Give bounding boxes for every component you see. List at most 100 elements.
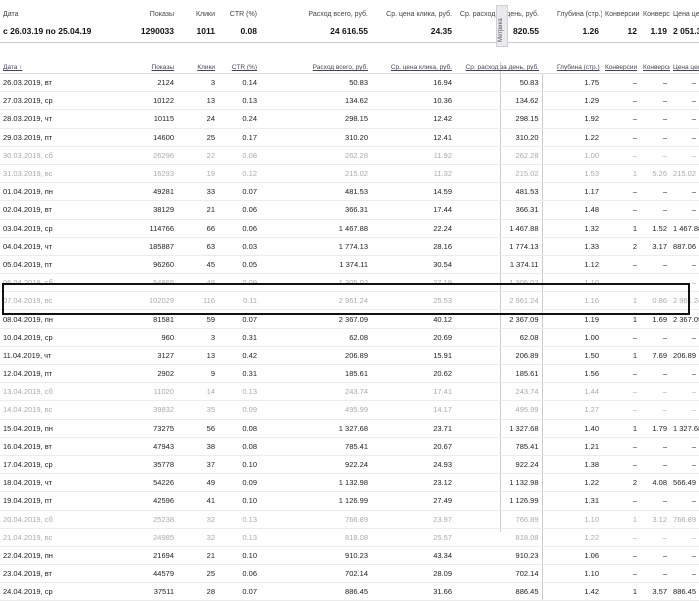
sort-clicks-header[interactable]: Клики	[177, 62, 218, 74]
cell-goal-cost: 887.06	[670, 237, 699, 256]
cell-clicks: 49	[177, 473, 218, 493]
summary-goal-cost: 2 051.38	[670, 20, 699, 43]
table-row: 20.04.2019, сб 25238 32 0.13 766.89 23.97 766.…	[0, 510, 699, 529]
cell-ctr: 0.10	[218, 455, 260, 475]
cell-spend: 1 774.13	[260, 237, 371, 256]
cell-spend: 1 374.11	[260, 255, 371, 275]
cell-date: 19.04.2019, пт	[0, 491, 125, 511]
cell-impressions: 10115	[125, 109, 177, 129]
cell-date: 29.03.2019, пт	[0, 128, 125, 147]
table-row: 08.04.2019, пн 81581 59 0.07 2 367.09 40.12 2 …	[0, 309, 699, 329]
cell-clicks: 21	[177, 200, 218, 220]
cell-impressions: 10122	[125, 91, 177, 111]
cell-daily-spend: 910.23	[455, 546, 542, 566]
cell-ctr: 0.08	[218, 146, 260, 165]
sort-date-header[interactable]: Дата ↑	[0, 62, 125, 74]
sort-impressions-header[interactable]: Показы	[125, 62, 177, 74]
cell-spend: 62.08	[260, 328, 371, 347]
cell-depth: 1.19	[554, 309, 602, 329]
cell-depth: 1.29	[554, 91, 602, 111]
sort-daily-spend-header[interactable]: Ср. расход за день, руб.	[455, 62, 542, 74]
cell-clicks: 63	[177, 237, 218, 256]
cell-spend: 910.23	[260, 546, 371, 566]
summary-clicks: 1011	[177, 20, 218, 43]
cell-date: 04.04.2019, чт	[0, 237, 125, 256]
cell-conversions: 1	[602, 346, 640, 366]
cell-goal-cost: –	[670, 146, 699, 165]
cell-clicks: 19	[177, 164, 218, 184]
sort-ctr-header[interactable]: CTR (%)	[218, 62, 260, 74]
cell-depth: 1.10	[554, 273, 602, 293]
cell-conv-rate: 3.57	[640, 582, 670, 601]
cell-date: 27.03.2019, ср	[0, 91, 125, 111]
cell-ctr: 0.10	[218, 491, 260, 511]
cell-goal-cost: –	[670, 73, 699, 93]
cell-spend: 262.28	[260, 146, 371, 165]
cell-conversions: 1	[602, 309, 640, 329]
cell-conversions: –	[602, 382, 640, 402]
cell-depth: 1.22	[554, 528, 602, 547]
cell-spend: 298.15	[260, 109, 371, 129]
cell-date: 10.04.2019, ср	[0, 328, 125, 347]
cell-conversions: –	[602, 328, 640, 347]
cell-clicks: 24	[177, 109, 218, 129]
sort-spend-header[interactable]: Расход всего, руб.	[260, 62, 371, 74]
cell-cpc: 20.62	[371, 364, 455, 384]
cell-impressions: 21694	[125, 546, 177, 566]
daily-stats-table: Дата ↑ Показы Клики CTR (%) Расход всего…	[0, 62, 699, 601]
cell-conv-rate: –	[640, 182, 670, 202]
cell-conv-rate: 1.52	[640, 219, 670, 238]
cell-daily-spend: 310.20	[455, 128, 542, 147]
cell-goal-cost: 566.49	[670, 473, 699, 493]
cell-clicks: 32	[177, 528, 218, 547]
cell-cpc: 23.71	[371, 419, 455, 438]
cell-date: 31.03.2019, вс	[0, 164, 125, 184]
cell-clicks: 3	[177, 328, 218, 347]
summary-header-cpc: Ср. цена клика, руб.	[386, 10, 452, 18]
sort-cpc-header[interactable]: Ср. цена клика, руб.	[371, 62, 455, 74]
table-row: 16.04.2019, вт 47943 38 0.08 785.41 20.67 785.…	[0, 437, 699, 456]
cell-goal-cost: –	[670, 273, 699, 293]
cell-goal-cost: –	[670, 546, 699, 566]
cell-conv-rate: –	[640, 491, 670, 511]
cell-depth: 1.16	[554, 291, 602, 311]
cell-goal-cost: 2 367.09	[670, 309, 699, 329]
table-row: 18.04.2019, чт 54226 49 0.09 1 132.98 23.12 1 …	[0, 473, 699, 493]
cell-conv-rate: –	[640, 382, 670, 402]
cell-impressions: 42596	[125, 491, 177, 511]
cell-spend: 495.99	[260, 400, 371, 420]
cell-spend: 1 132.98	[260, 473, 371, 493]
cell-conversions: 1	[602, 510, 640, 529]
cell-impressions: 39832	[125, 400, 177, 420]
cell-spend: 2 961.24	[260, 291, 371, 311]
sort-depth-header[interactable]: Глубина (стр.)	[554, 62, 602, 74]
metrika-toggle-button[interactable]: Метрика	[496, 5, 508, 47]
cell-conv-rate: –	[640, 400, 670, 420]
cell-ctr: 0.11	[218, 291, 260, 311]
table-row: 28.03.2019, чт 10115 24 0.24 298.15 12.42 298.…	[0, 109, 699, 129]
report-table-view: Дата Показы Клики CTR (%) Расход всего, …	[0, 0, 699, 601]
sort-goal-cost-header[interactable]: Цена цели, руб.	[670, 62, 699, 74]
cell-conversions: –	[602, 73, 640, 93]
cell-conversions: –	[602, 364, 640, 384]
cell-daily-spend: 495.99	[455, 400, 542, 420]
cell-daily-spend: 1 467.88	[455, 219, 542, 238]
cell-cpc: 43.34	[371, 546, 455, 566]
cell-clicks: 56	[177, 419, 218, 438]
cell-daily-spend: 785.41	[455, 437, 542, 456]
cell-goal-cost: –	[670, 455, 699, 475]
cell-goal-cost: 215.02	[670, 164, 699, 184]
cell-conversions: –	[602, 437, 640, 456]
cell-conv-rate: –	[640, 528, 670, 547]
sort-conversions-header[interactable]: Конверсии	[602, 62, 640, 74]
cell-conversions: –	[602, 128, 640, 147]
cell-ctr: 0.17	[218, 128, 260, 147]
cell-impressions: 185887	[125, 237, 177, 256]
sort-conv-rate-header[interactable]: Конверсия (%)	[640, 62, 670, 74]
cell-conv-rate: –	[640, 91, 670, 111]
cell-conv-rate: 4.08	[640, 473, 670, 493]
cell-depth: 1.17	[554, 182, 602, 202]
cell-depth: 1.56	[554, 364, 602, 384]
cell-depth: 1.42	[554, 582, 602, 601]
cell-spend: 215.02	[260, 164, 371, 184]
